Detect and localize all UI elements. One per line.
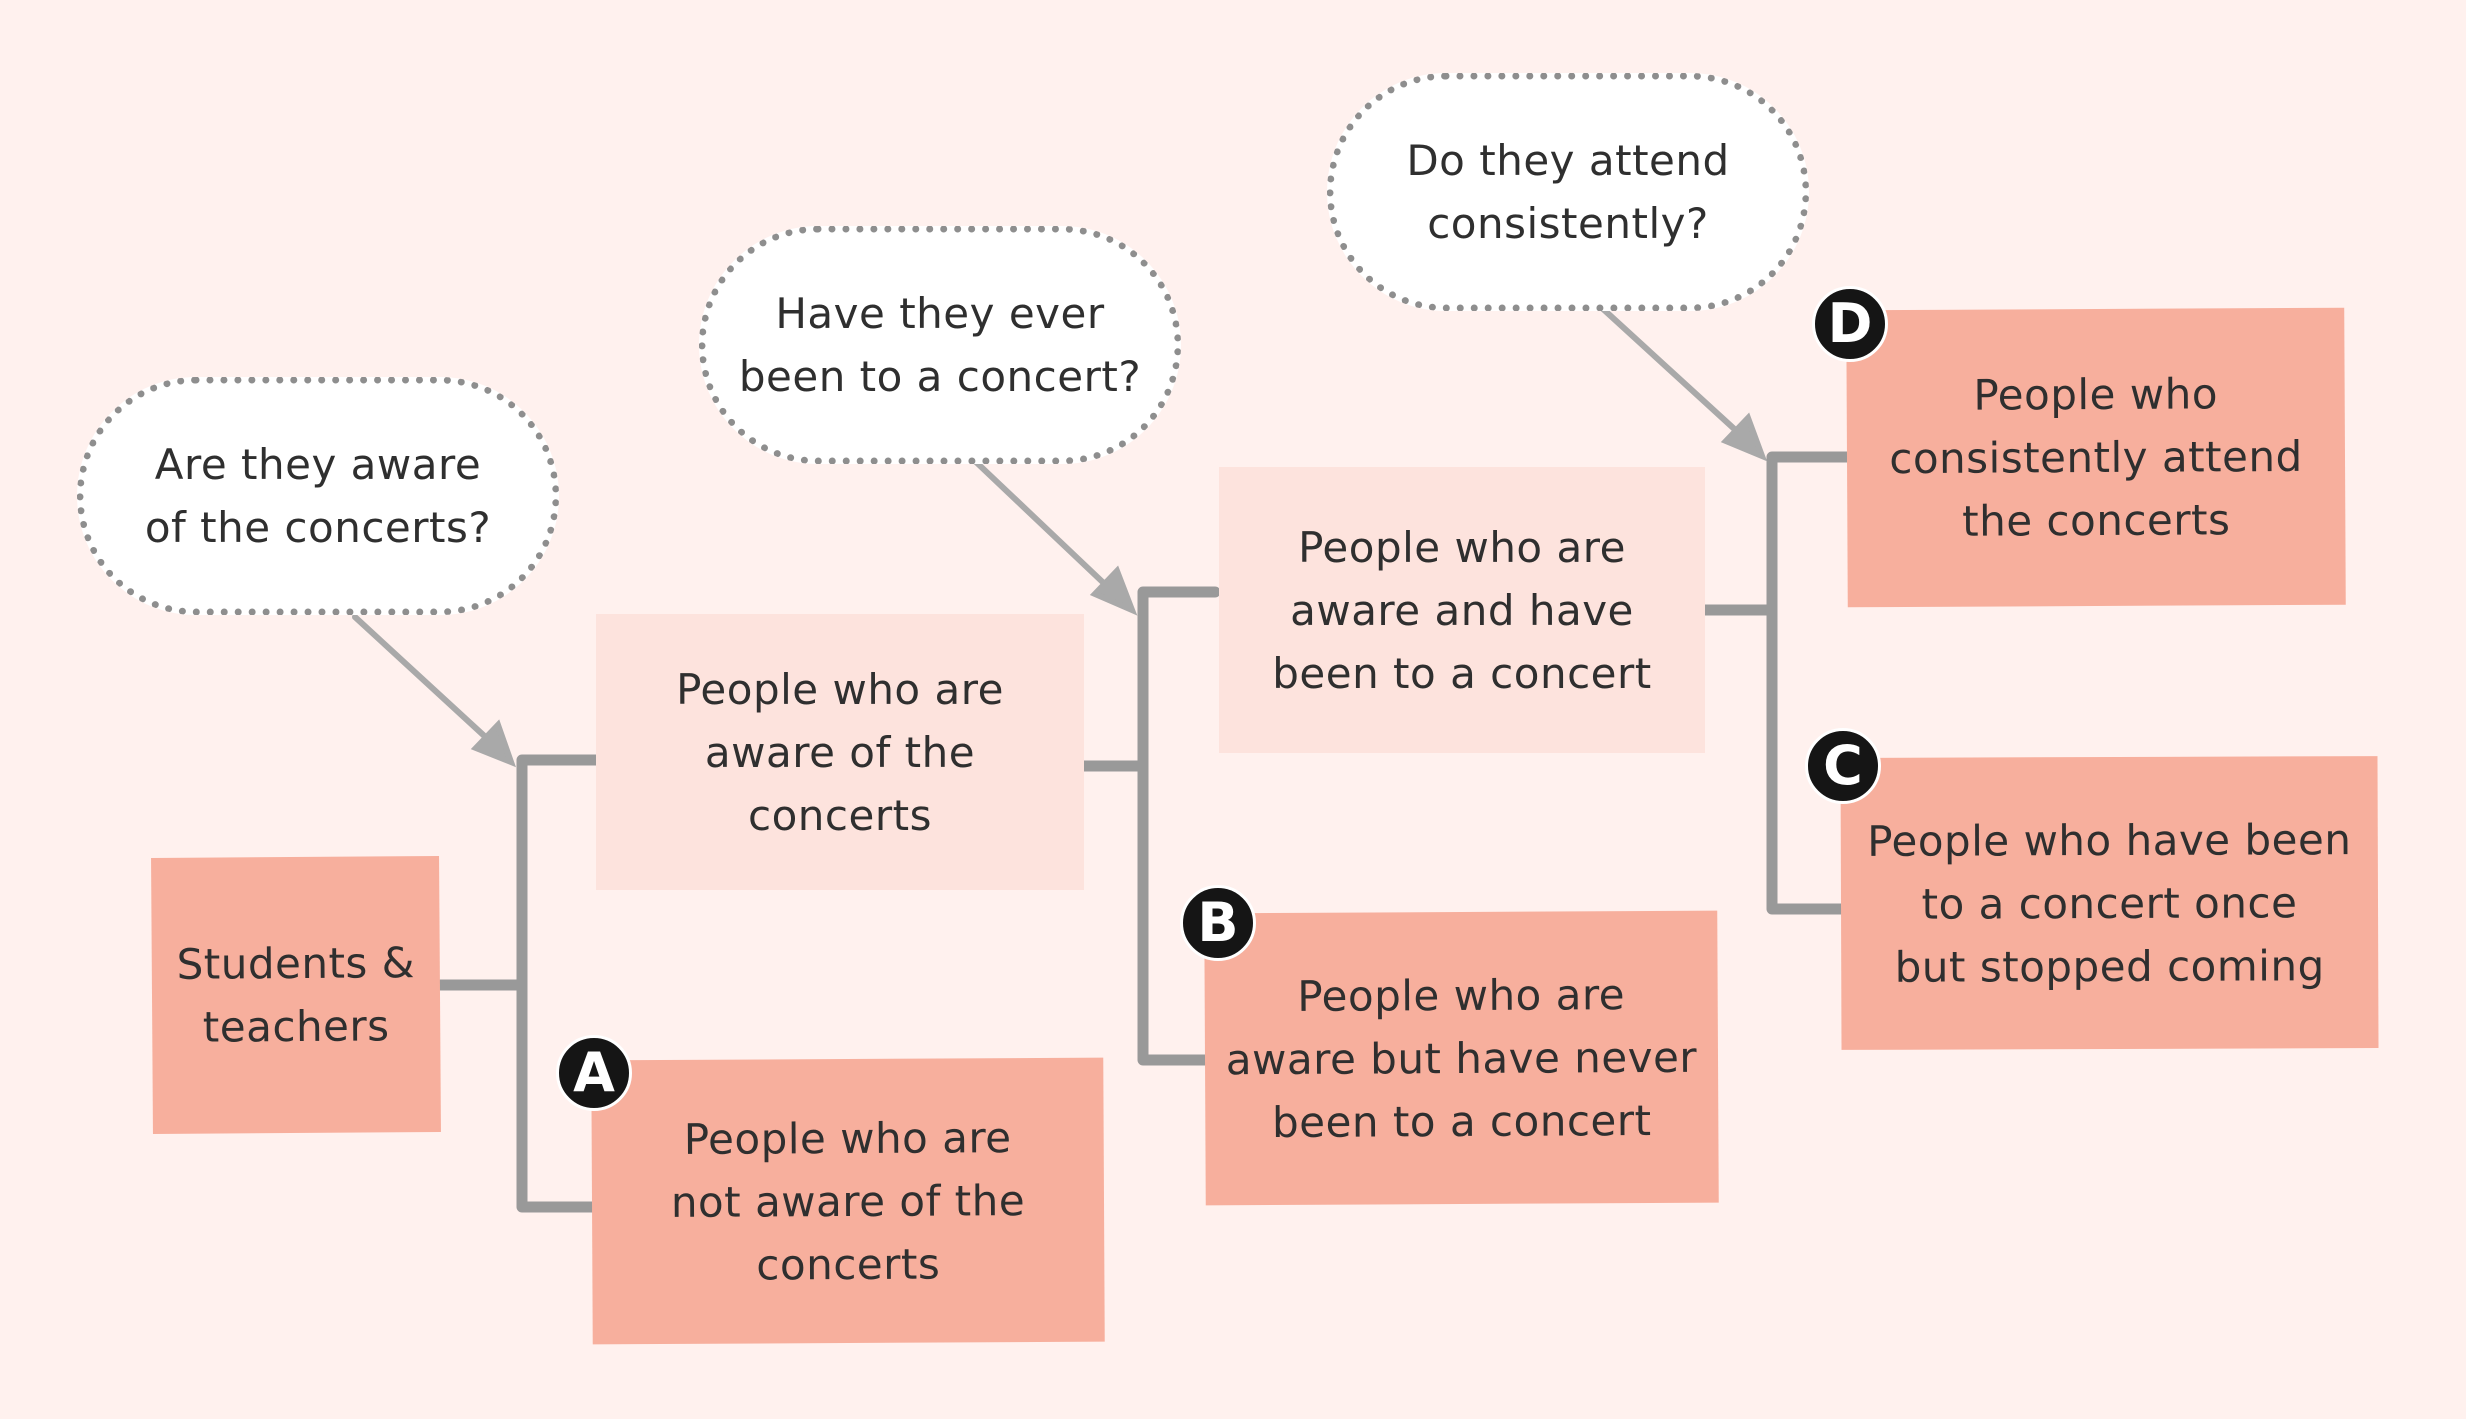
pointer-q1 [352,614,495,746]
pointer-q3 [1599,305,1745,439]
pointer-q2 [973,459,1114,593]
question-bubble-attendance: Have they ever been to a concert? [699,226,1181,464]
connector-aware-split [1078,586,1221,1066]
node-students-teachers: Students & teachers [151,855,441,1135]
decision-tree-diagram: Are they aware of the concerts? Have the… [0,0,2466,1419]
node-aware: People who are aware of the concerts [596,614,1084,890]
question-bubble-awareness: Are they aware of the concerts? [77,377,559,615]
node-not-aware: People who are not aware of the concerts [591,1057,1105,1345]
badge-b: B [1180,885,1256,961]
connector-root-split [434,754,602,1213]
badge-a: A [556,1035,632,1111]
badge-d: D [1812,286,1888,362]
question-bubble-consistency: Do they attend consistently? [1327,73,1809,311]
node-consistent: People who consistently attend the conce… [1846,307,2346,608]
node-aware-been: People who are aware and have been to a … [1219,467,1705,753]
node-stopped: People who have been to a concert once b… [1840,756,2379,1050]
badge-c: C [1805,728,1881,804]
connector-aware-been-split [1699,451,1853,915]
node-aware-never: People who are aware but have never been… [1204,910,1719,1206]
